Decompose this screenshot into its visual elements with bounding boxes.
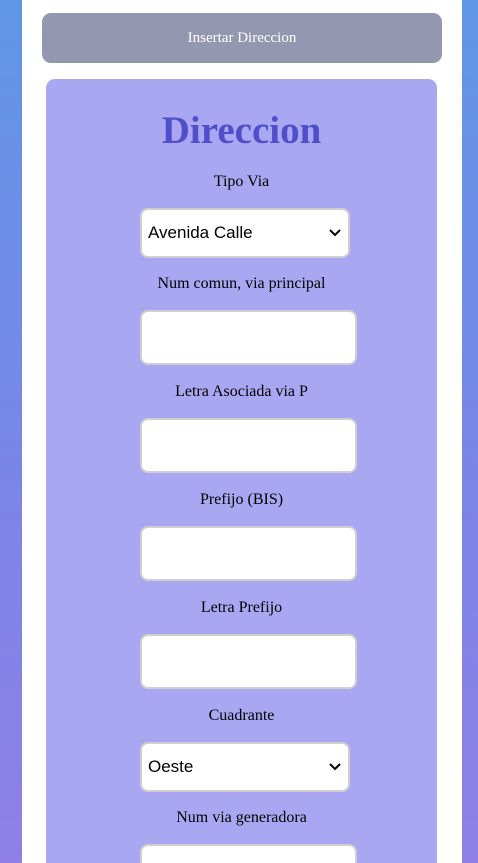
letra-prefijo-label: Letra Prefijo <box>200 599 283 616</box>
tipo-via-label: Tipo Via <box>213 173 270 190</box>
main-panel: Insertar Direccion Direccion Tipo Via Av… <box>22 0 462 863</box>
cuadrante-label: Cuadrante <box>208 707 275 724</box>
chevron-down-icon <box>328 226 342 240</box>
num-via-generadora-input[interactable] <box>140 844 357 863</box>
letra-prefijo-input[interactable] <box>140 634 357 689</box>
form-title: Direccion <box>161 109 322 152</box>
prefijo-label: Prefijo (BIS) <box>199 491 284 508</box>
num-comun-input[interactable] <box>140 310 357 365</box>
tipo-via-select[interactable]: Avenida Calle <box>140 208 350 258</box>
insert-address-button[interactable]: Insertar Direccion <box>42 13 442 63</box>
num-comun-label: Num comun, via principal <box>157 275 326 292</box>
address-form: Direccion Tipo Via Avenida Calle Num com… <box>46 79 437 863</box>
num-via-generadora-label: Num via generadora <box>176 809 307 826</box>
cuadrante-selected-value: Oeste <box>148 757 194 776</box>
prefijo-input[interactable] <box>140 526 357 581</box>
letra-asociada-input[interactable] <box>140 418 357 473</box>
tipo-via-selected-value: Avenida Calle <box>148 223 253 242</box>
cuadrante-select[interactable]: Oeste <box>140 742 350 792</box>
letra-asociada-label: Letra Asociada via P <box>175 383 308 400</box>
chevron-down-icon <box>328 760 342 774</box>
